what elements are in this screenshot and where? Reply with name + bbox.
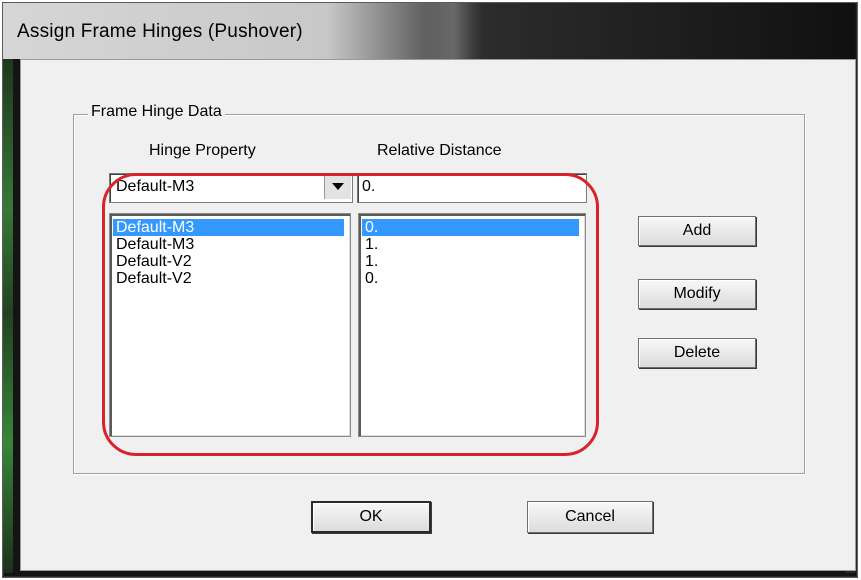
cancel-button[interactable]: Cancel: [527, 501, 653, 533]
chevron-down-icon: [332, 183, 344, 190]
relative-distance-field[interactable]: [357, 173, 587, 203]
list-item[interactable]: Default-V2: [113, 270, 344, 287]
background-left-edge: [3, 53, 13, 573]
list-item[interactable]: Default-V2: [113, 253, 344, 270]
title-bar-glass: [423, 3, 483, 59]
delete-button[interactable]: Delete: [638, 338, 756, 368]
ok-button[interactable]: OK: [311, 501, 431, 533]
title-bar[interactable]: Assign Frame Hinges (Pushover): [3, 3, 855, 59]
list-item[interactable]: 1.: [362, 236, 579, 253]
relative-distance-header: Relative Distance: [377, 142, 502, 159]
hinge-property-selected: Default-M3: [116, 178, 195, 195]
list-item[interactable]: Default-M3: [113, 236, 344, 253]
hinge-property-list[interactable]: Default-M3 Default-M3 Default-V2 Default…: [109, 213, 351, 437]
relative-distance-list[interactable]: 0. 1. 1. 0.: [358, 213, 586, 437]
list-item[interactable]: 1.: [362, 253, 579, 270]
modify-button[interactable]: Modify: [638, 279, 756, 309]
dropdown-button[interactable]: [324, 175, 351, 199]
list-item[interactable]: Default-M3: [113, 219, 344, 236]
dialog-client-area: Frame Hinge Data Hinge Property Relative…: [20, 59, 856, 571]
hinge-property-dropdown[interactable]: Default-M3: [109, 173, 353, 203]
relative-distance-input[interactable]: [362, 176, 577, 198]
add-button[interactable]: Add: [638, 216, 756, 246]
list-item[interactable]: 0.: [362, 270, 579, 287]
group-label: Frame Hinge Data: [88, 103, 225, 121]
hinge-property-header: Hinge Property: [149, 142, 256, 159]
window-title: Assign Frame Hinges (Pushover): [17, 21, 303, 42]
list-item[interactable]: 0.: [362, 219, 579, 236]
dialog-window: Assign Frame Hinges (Pushover) Frame Hin…: [2, 2, 858, 578]
